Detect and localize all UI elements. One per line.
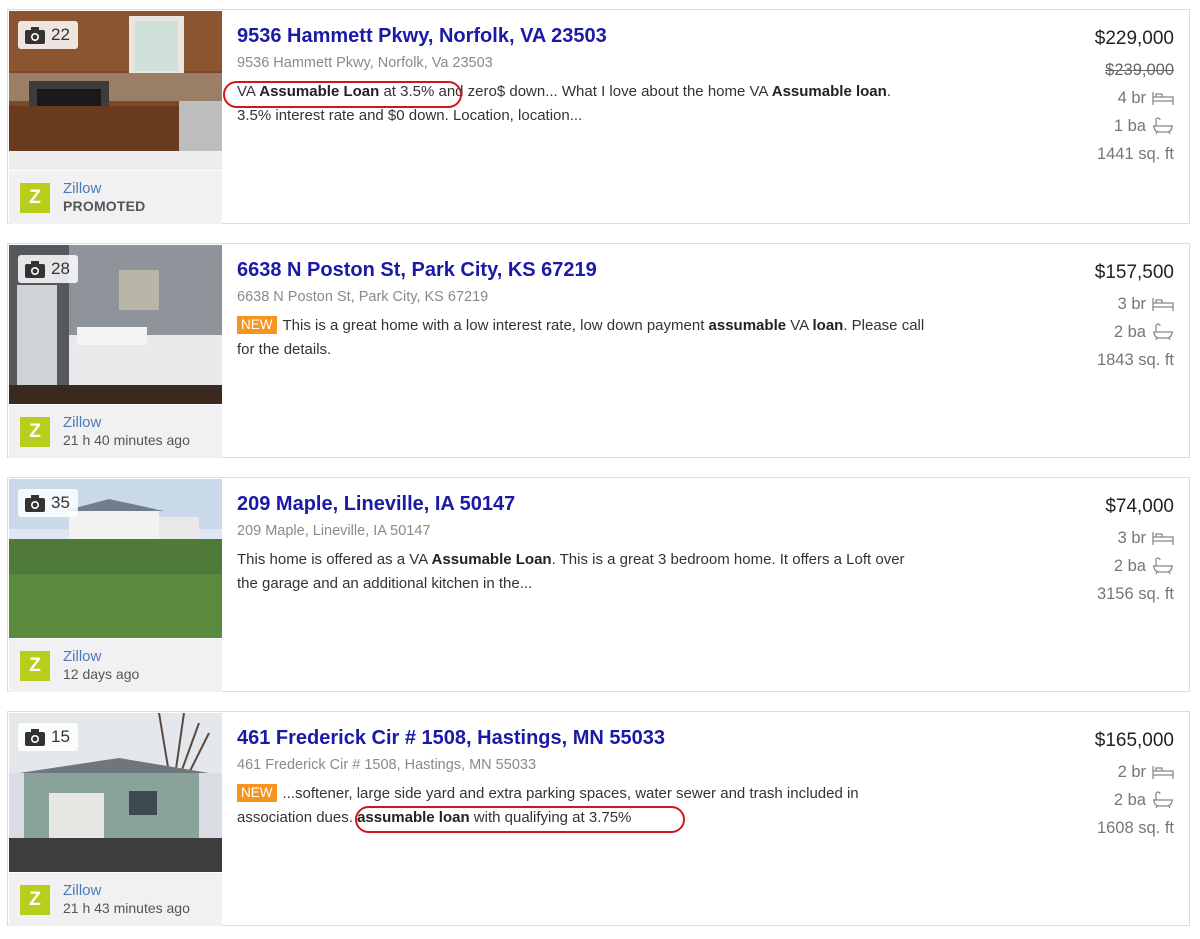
photo-count: 35 xyxy=(51,493,70,512)
listing-card[interactable]: 22 Z Zillow PROMOTED 9536 Hammett Pkwy, … xyxy=(7,9,1190,224)
posted-time: 12 days ago xyxy=(63,666,140,682)
bathtub-icon xyxy=(1153,323,1173,341)
listing-description: NEW ...softener, large side yard and extr… xyxy=(237,784,859,826)
listing-card[interactable]: 35 Z Zillow 12 days ago 209 Maple, Linev… xyxy=(7,477,1190,692)
listing-price: $229,000 xyxy=(1094,28,1174,49)
baths-fact: 2 ba xyxy=(1095,318,1174,346)
sqft-fact: 1608 sq. ft xyxy=(1096,819,1174,837)
zillow-logo-icon: Z xyxy=(20,885,50,915)
camera-icon xyxy=(25,728,45,746)
listing-title[interactable]: 9536 Hammett Pkwy, Norfolk, VA 23503 xyxy=(237,25,607,48)
photo-count-badge: 22 xyxy=(18,21,78,49)
sqft-fact: 1441 sq. ft xyxy=(1096,145,1174,163)
keyword-highlight: loan xyxy=(812,317,844,334)
photo-count-badge: 35 xyxy=(18,489,78,517)
keyword-highlight: assumable xyxy=(708,317,787,334)
listing-facts: $157,500 3 br 2 ba 1843 sq. ft xyxy=(1095,262,1174,374)
keyword-highlight: Assumable Loan xyxy=(431,551,552,568)
sqft-fact: 3156 sq. ft xyxy=(1096,585,1174,603)
photo-count: 15 xyxy=(51,727,70,746)
source-bar: Z Zillow 12 days ago xyxy=(9,639,222,692)
bathtub-icon xyxy=(1153,117,1173,135)
zillow-logo-icon: Z xyxy=(20,651,50,681)
posted-time: 21 h 43 minutes ago xyxy=(63,900,190,916)
listing-facts: $165,000 2 br 2 ba 1608 sq. ft xyxy=(1095,730,1174,842)
zillow-logo-icon: Z xyxy=(20,417,50,447)
posted-time: 21 h 40 minutes ago xyxy=(63,432,190,448)
source-name[interactable]: Zillow xyxy=(63,882,101,899)
beds-fact: 3 br xyxy=(1095,290,1174,318)
keyword-highlight: Assumable Loan xyxy=(259,83,380,100)
camera-icon xyxy=(25,26,45,44)
listing-facts: $74,000 3 br 2 ba 3156 sq. ft xyxy=(1097,496,1174,608)
beds-value: 3 br xyxy=(1117,295,1146,313)
promoted-label: PROMOTED xyxy=(63,198,146,214)
listing-card[interactable]: 15 Z Zillow 21 h 43 minutes ago 461 Fred… xyxy=(7,711,1190,926)
baths-value: 1 ba xyxy=(1113,117,1146,135)
source-bar: Z Zillow 21 h 40 minutes ago xyxy=(9,405,222,458)
camera-icon xyxy=(25,494,45,512)
bathtub-icon xyxy=(1153,557,1173,575)
photo-count-badge: 28 xyxy=(18,255,78,283)
photo-count: 22 xyxy=(51,25,70,44)
bed-icon xyxy=(1152,298,1174,311)
keyword-highlight: assumable loan xyxy=(357,809,470,826)
beds-fact: 2 br xyxy=(1095,758,1174,786)
sqft-fact: 1843 sq. ft xyxy=(1096,351,1174,369)
baths-fact: 2 ba xyxy=(1097,552,1174,580)
baths-value: 2 ba xyxy=(1113,557,1146,575)
listing-description: This home is offered as a VA Assumable L… xyxy=(237,551,905,592)
beds-value: 3 br xyxy=(1117,529,1146,547)
listing-photo[interactable]: 22 xyxy=(9,11,222,170)
listing-photo[interactable]: 15 xyxy=(9,713,222,872)
bed-icon xyxy=(1152,766,1174,779)
bed-icon xyxy=(1152,532,1174,545)
listing-title[interactable]: 6638 N Poston St, Park City, KS 67219 xyxy=(237,259,597,282)
listing-photo[interactable]: 35 xyxy=(9,479,222,638)
listing-title[interactable]: 461 Frederick Cir # 1508, Hastings, MN 5… xyxy=(237,727,665,750)
listing-address: 209 Maple, Lineville, IA 50147 xyxy=(237,523,431,539)
beds-fact: 4 br xyxy=(1095,84,1174,112)
keyword-highlight: Assumable xyxy=(771,83,852,100)
bed-icon xyxy=(1152,92,1174,105)
listing-description: NEW This is a great home with a low inter… xyxy=(237,316,925,358)
listing-address: 6638 N Poston St, Park City, KS 67219 xyxy=(237,289,489,305)
baths-fact: 2 ba xyxy=(1095,786,1174,814)
baths-fact: 1 ba xyxy=(1095,112,1174,140)
listing-description: VA Assumable Loan at 3.5% and zero$ down… xyxy=(237,83,891,124)
source-name[interactable]: Zillow xyxy=(63,414,101,431)
photo-count-badge: 15 xyxy=(18,723,78,751)
beds-fact: 3 br xyxy=(1097,524,1174,552)
new-badge: NEW xyxy=(237,316,277,334)
listing-facts: $229,000 $239,000 4 br 1 ba 1441 sq. ft xyxy=(1095,28,1174,168)
listing-address: 9536 Hammett Pkwy, Norfolk, Va 23503 xyxy=(237,55,493,71)
listing-price: $74,000 xyxy=(1105,496,1174,517)
listing-address: 461 Frederick Cir # 1508, Hastings, MN 5… xyxy=(237,757,537,773)
source-bar: Z Zillow PROMOTED xyxy=(9,171,222,224)
beds-value: 2 br xyxy=(1117,763,1146,781)
source-name[interactable]: Zillow xyxy=(63,180,101,197)
baths-value: 2 ba xyxy=(1113,323,1146,341)
listing-price: $157,500 xyxy=(1094,262,1174,283)
baths-value: 2 ba xyxy=(1113,791,1146,809)
beds-value: 4 br xyxy=(1117,89,1146,107)
zillow-logo-icon: Z xyxy=(20,183,50,213)
listing-card[interactable]: 28 Z Zillow 21 h 40 minutes ago 6638 N P… xyxy=(7,243,1190,458)
listing-photo[interactable]: 28 xyxy=(9,245,222,404)
keyword-highlight: loan xyxy=(855,83,887,100)
source-name[interactable]: Zillow xyxy=(63,648,101,665)
photo-count: 28 xyxy=(51,259,70,278)
listing-old-price: $239,000 xyxy=(1105,61,1174,79)
source-bar: Z Zillow 21 h 43 minutes ago xyxy=(9,873,222,926)
new-badge: NEW xyxy=(237,784,277,802)
bathtub-icon xyxy=(1153,791,1173,809)
listing-title[interactable]: 209 Maple, Lineville, IA 50147 xyxy=(237,493,515,516)
listing-price: $165,000 xyxy=(1094,730,1174,751)
camera-icon xyxy=(25,260,45,278)
